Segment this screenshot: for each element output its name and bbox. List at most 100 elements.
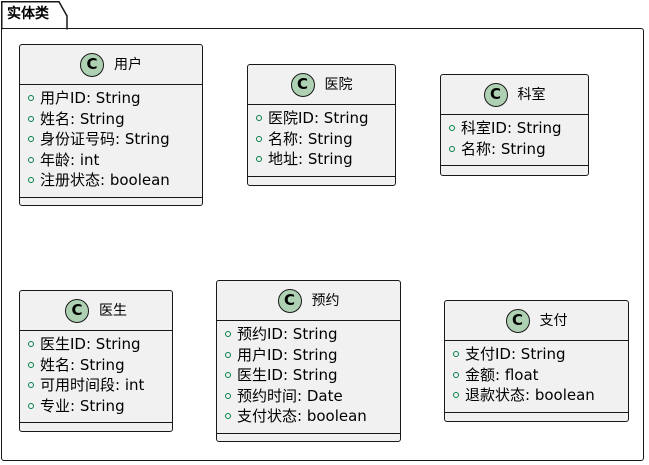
field-text: 年龄: int — [40, 150, 100, 169]
class-stereotype-icon: C — [290, 72, 315, 97]
public-visibility-icon — [28, 341, 34, 348]
class-name: 医院 — [324, 76, 353, 93]
field-text: 预约时间: Date — [237, 386, 343, 405]
class-header: C 医生 — [20, 291, 172, 331]
field-text: 姓名: String — [40, 355, 125, 374]
field-text: 退款状态: boolean — [465, 386, 595, 405]
public-visibility-icon — [225, 392, 231, 399]
field-row: 医院ID: String — [248, 108, 395, 129]
field-text: 可用时间段: int — [40, 376, 145, 395]
field-text: 注册状态: boolean — [40, 171, 170, 190]
public-visibility-icon — [225, 413, 231, 420]
class-methods — [20, 423, 172, 431]
class-methods — [20, 198, 202, 206]
class-methods — [441, 166, 588, 174]
field-text: 医院ID: String — [268, 109, 369, 128]
field-row: 身份证号码: String — [20, 129, 202, 150]
field-row: 金额: float — [445, 365, 628, 386]
public-visibility-icon — [28, 156, 34, 163]
field-text: 科室ID: String — [461, 119, 562, 138]
class-box-doctor[interactable]: C 医生 医生ID: String 姓名: String 可用时间段: int … — [19, 290, 173, 432]
public-visibility-icon — [28, 402, 34, 409]
class-name: 支付 — [539, 312, 568, 329]
class-stereotype-icon: C — [80, 52, 104, 77]
field-row: 预约时间: Date — [217, 386, 400, 407]
field-row: 名称: String — [441, 139, 588, 160]
public-visibility-icon — [225, 331, 231, 338]
public-visibility-icon — [256, 156, 262, 163]
public-visibility-icon — [28, 382, 34, 389]
public-visibility-icon — [225, 372, 231, 379]
public-visibility-icon — [256, 115, 262, 122]
field-row: 地址: String — [248, 149, 395, 170]
field-row: 名称: String — [248, 129, 395, 150]
public-visibility-icon — [449, 145, 455, 152]
field-row: 可用时间段: int — [20, 375, 172, 396]
field-row: 专业: String — [20, 396, 172, 417]
field-text: 用户ID: String — [40, 89, 141, 108]
field-row: 支付状态: boolean — [217, 406, 400, 427]
class-fields: 支付ID: String 金额: float 退款状态: boolean — [445, 341, 628, 413]
field-row: 退款状态: boolean — [445, 385, 628, 406]
field-text: 支付ID: String — [465, 345, 566, 364]
field-row: 医生ID: String — [20, 334, 172, 355]
class-box-user[interactable]: C 用户 用户ID: String 姓名: String 身份证号码: Stri… — [19, 44, 203, 206]
field-row: 医生ID: String — [217, 365, 400, 386]
class-header: C 科室 — [441, 75, 588, 115]
public-visibility-icon — [28, 177, 34, 184]
class-box-appointment[interactable]: C 预约 预约ID: String 用户ID: String 医生ID: Str… — [216, 280, 401, 442]
public-visibility-icon — [256, 135, 262, 142]
field-row: 姓名: String — [20, 355, 172, 376]
class-box-department[interactable]: C 科室 科室ID: String 名称: String — [440, 74, 589, 176]
field-text: 金额: float — [465, 365, 539, 384]
field-row: 注册状态: boolean — [20, 170, 202, 191]
field-text: 医生ID: String — [40, 335, 141, 354]
class-methods — [445, 413, 628, 421]
field-row: 科室ID: String — [441, 118, 588, 139]
class-fields: 医院ID: String 名称: String 地址: String — [248, 105, 395, 177]
class-stereotype-icon: C — [505, 308, 530, 333]
field-row: 年龄: int — [20, 150, 202, 171]
field-text: 专业: String — [40, 396, 125, 415]
package-tab: 实体类 — [1, 1, 71, 30]
class-stereotype-icon: C — [483, 82, 508, 107]
class-name: 预约 — [311, 292, 340, 309]
field-row: 支付ID: String — [445, 344, 628, 365]
field-text: 姓名: String — [40, 109, 125, 128]
public-visibility-icon — [28, 361, 34, 368]
class-header: C 预约 — [217, 281, 400, 321]
field-text: 医生ID: String — [237, 366, 338, 385]
public-visibility-icon — [28, 136, 34, 143]
public-visibility-icon — [225, 351, 231, 358]
class-header: C 医院 — [248, 65, 395, 105]
field-text: 预约ID: String — [237, 325, 338, 344]
field-row: 用户ID: String — [20, 88, 202, 109]
class-fields: 预约ID: String 用户ID: String 医生ID: String 预… — [217, 321, 400, 434]
class-fields: 医生ID: String 姓名: String 可用时间段: int 专业: S… — [20, 331, 172, 423]
field-text: 名称: String — [461, 139, 546, 158]
class-name: 用户 — [114, 56, 142, 73]
field-text: 名称: String — [268, 129, 353, 148]
field-text: 地址: String — [268, 150, 353, 169]
class-methods — [248, 177, 395, 185]
field-row: 姓名: String — [20, 109, 202, 130]
public-visibility-icon — [453, 392, 459, 399]
field-row: 预约ID: String — [217, 324, 400, 345]
class-methods — [217, 434, 400, 442]
class-name: 科室 — [517, 86, 546, 103]
class-box-payment[interactable]: C 支付 支付ID: String 金额: float 退款状态: boolea… — [444, 300, 629, 422]
public-visibility-icon — [453, 351, 459, 358]
class-name: 医生 — [99, 302, 127, 319]
class-header: C 用户 — [20, 45, 202, 85]
field-text: 用户ID: String — [237, 345, 338, 364]
class-box-hospital[interactable]: C 医院 医院ID: String 名称: String 地址: String — [247, 64, 396, 186]
class-stereotype-icon: C — [277, 288, 302, 313]
class-header: C 支付 — [445, 301, 628, 341]
public-visibility-icon — [449, 125, 455, 132]
class-fields: 用户ID: String 姓名: String 身份证号码: String 年龄… — [20, 85, 202, 198]
field-text: 支付状态: boolean — [237, 407, 367, 426]
public-visibility-icon — [28, 95, 34, 102]
package-title: 实体类 — [7, 6, 49, 22]
class-stereotype-icon: C — [65, 298, 89, 323]
public-visibility-icon — [28, 115, 34, 122]
